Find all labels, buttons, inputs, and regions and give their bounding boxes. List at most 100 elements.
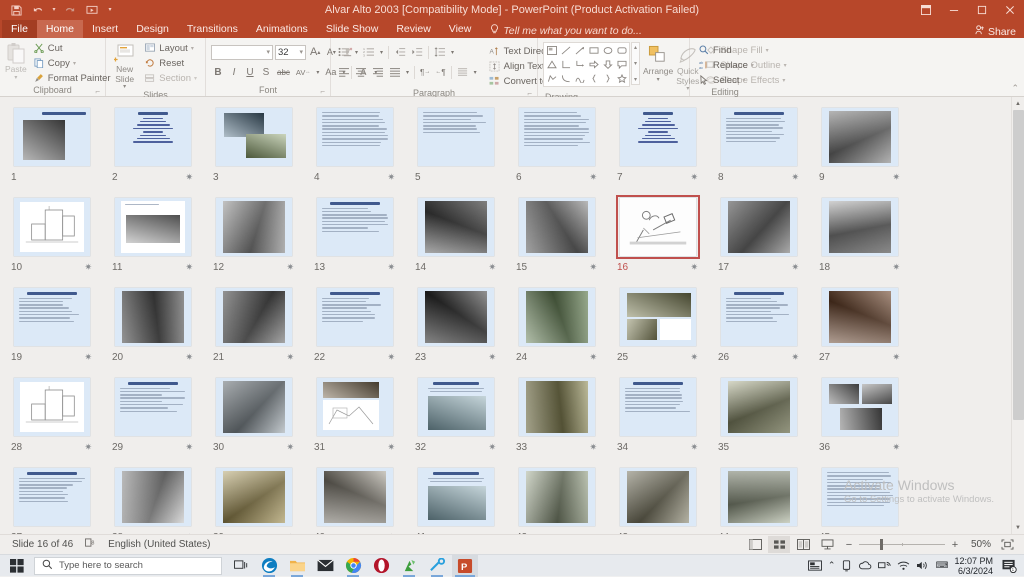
- slide-thumbnail[interactable]: [111, 195, 195, 259]
- slideshow-view-icon[interactable]: [816, 536, 838, 553]
- clock[interactable]: 12:07 PM 6/3/2024: [954, 556, 993, 576]
- slide-thumbnail-selected[interactable]: [616, 195, 700, 259]
- zoom-level-label[interactable]: 50%: [965, 539, 991, 550]
- task-view-icon[interactable]: [228, 555, 254, 577]
- slide-transition-icon[interactable]: ✷: [892, 172, 902, 183]
- fit-slide-icon[interactable]: [996, 536, 1018, 553]
- slide-preview[interactable]: [822, 468, 898, 526]
- taskbar-app-green[interactable]: [396, 555, 422, 577]
- chevron-down-icon[interactable]: ▾: [73, 60, 76, 67]
- slide-thumbnail[interactable]: [717, 465, 801, 529]
- slide-thumbnail-cell[interactable]: 6✷: [515, 105, 616, 195]
- slide-preview[interactable]: [418, 108, 494, 166]
- shape-star-icon[interactable]: [615, 72, 628, 85]
- keyboard-icon[interactable]: ⌨: [935, 560, 948, 571]
- shape-right-brace-icon[interactable]: [601, 72, 614, 85]
- slide-preview[interactable]: [519, 468, 595, 526]
- slide-thumbnail-cell[interactable]: 33✷: [515, 375, 616, 465]
- slide-thumbnail-cell[interactable]: 22✷: [313, 285, 414, 375]
- slide-preview[interactable]: [317, 468, 393, 526]
- slide-transition-icon[interactable]: ✷: [84, 352, 94, 363]
- slide-thumbnail[interactable]: [818, 105, 902, 169]
- slide-transition-icon[interactable]: ✷: [690, 442, 700, 453]
- slide-thumbnail-cell[interactable]: 41: [414, 465, 515, 534]
- slide-thumbnail[interactable]: [10, 465, 94, 529]
- justify-button[interactable]: [387, 65, 403, 80]
- slide-transition-icon[interactable]: ✷: [387, 262, 397, 273]
- slide-thumbnail-cell[interactable]: 7✷: [616, 105, 717, 195]
- chevron-down-icon[interactable]: ▾: [634, 60, 637, 67]
- slide-thumbnail[interactable]: [515, 195, 599, 259]
- slide-transition-icon[interactable]: ✷: [185, 352, 195, 363]
- slide-preview[interactable]: [721, 288, 797, 346]
- slide-preview[interactable]: [317, 198, 393, 256]
- search-input[interactable]: Type here to search: [34, 557, 222, 575]
- slide-preview[interactable]: [317, 378, 393, 436]
- shape-down-arrow-icon[interactable]: [601, 58, 614, 71]
- underline-button[interactable]: U: [243, 65, 257, 80]
- slide-thumbnail[interactable]: [616, 105, 700, 169]
- slide-thumbnail[interactable]: [10, 105, 94, 169]
- scrollbar-thumb[interactable]: [1013, 110, 1024, 420]
- slide-thumbnail[interactable]: [717, 375, 801, 439]
- zoom-slider[interactable]: [859, 538, 945, 551]
- chevron-down-icon[interactable]: ▾: [14, 76, 17, 81]
- slide-thumbnail[interactable]: [313, 285, 397, 349]
- tab-file[interactable]: File: [2, 20, 37, 38]
- maximize-button[interactable]: [968, 0, 996, 20]
- align-left-button[interactable]: [336, 65, 352, 80]
- bullets-button[interactable]: [336, 45, 352, 60]
- collapse-ribbon-button[interactable]: ⌃: [1011, 83, 1019, 94]
- slide-transition-icon[interactable]: ✷: [589, 172, 599, 183]
- tab-home[interactable]: Home: [37, 20, 83, 38]
- slide-thumbnail[interactable]: [414, 465, 498, 529]
- increase-font-size-button[interactable]: A▴: [308, 45, 322, 60]
- shapes-gallery-scrollbar[interactable]: ▴ ▾ ▾: [631, 42, 640, 85]
- slide-preview[interactable]: [620, 108, 696, 166]
- columns-button[interactable]: [455, 65, 471, 80]
- shape-rounded-rectangle-icon[interactable]: [615, 44, 628, 57]
- slide-transition-icon[interactable]: ✷: [791, 262, 801, 273]
- taskbar-app-edge[interactable]: [256, 555, 282, 577]
- shape-right-angle-icon[interactable]: [559, 58, 572, 71]
- shape-left-brace-icon[interactable]: [587, 72, 600, 85]
- slide-transition-icon[interactable]: ✷: [690, 172, 700, 183]
- section-button[interactable]: Section ▾: [141, 71, 200, 85]
- tab-transitions[interactable]: Transitions: [178, 20, 247, 38]
- slide-transition-icon[interactable]: ✷: [387, 442, 397, 453]
- slide-thumbnail[interactable]: [212, 465, 296, 529]
- taskbar-app-opera[interactable]: [368, 555, 394, 577]
- ltr-text-direction-button[interactable]: ¶→: [418, 65, 432, 80]
- slide-thumbnail-cell[interactable]: 26✷: [717, 285, 818, 375]
- slide-thumbnail[interactable]: [10, 285, 94, 349]
- reset-button[interactable]: Reset: [141, 56, 200, 70]
- slide-preview[interactable]: [14, 378, 90, 436]
- strikethrough-button[interactable]: abc: [275, 65, 292, 80]
- slide-preview[interactable]: [620, 288, 696, 346]
- slide-thumbnail[interactable]: [212, 375, 296, 439]
- zoom-in-button[interactable]: +: [950, 539, 960, 551]
- cut-button[interactable]: Cut: [30, 41, 114, 55]
- slide-preview[interactable]: [14, 108, 90, 166]
- sorter-view-icon[interactable]: [768, 536, 790, 553]
- slide-thumbnail-cell[interactable]: 19✷: [10, 285, 111, 375]
- slide-transition-icon[interactable]: ✷: [84, 442, 94, 453]
- slide-preview[interactable]: [216, 288, 292, 346]
- slide-transition-icon[interactable]: ✷: [286, 262, 296, 273]
- slide-preview[interactable]: [14, 288, 90, 346]
- notification-icon[interactable]: 1: [999, 559, 1019, 573]
- zoom-slider-handle[interactable]: [880, 539, 883, 550]
- slide-thumbnail-cell[interactable]: 15✷: [515, 195, 616, 285]
- shape-rectangle-icon[interactable]: [587, 44, 600, 57]
- chevron-down-icon[interactable]: ▾: [191, 45, 194, 52]
- slide-thumbnail[interactable]: [818, 195, 902, 259]
- scroll-up-icon[interactable]: ▲: [1012, 97, 1024, 110]
- slide-preview[interactable]: [620, 198, 696, 256]
- slide-thumbnail[interactable]: [212, 105, 296, 169]
- slide-thumbnail-cell[interactable]: 18✷: [818, 195, 919, 285]
- shape-freeform-icon[interactable]: [545, 72, 558, 85]
- slide-preview[interactable]: [822, 108, 898, 166]
- notes-indicator[interactable]: 8: [79, 538, 102, 551]
- character-spacing-button[interactable]: AV↔: [294, 65, 312, 80]
- slide-thumbnail-cell[interactable]: 4✷: [313, 105, 414, 195]
